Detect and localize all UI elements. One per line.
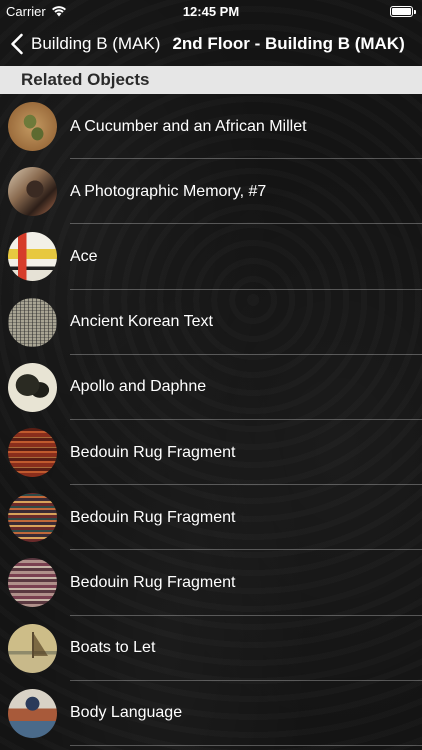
object-thumbnail <box>8 688 57 738</box>
list-item[interactable]: Apollo and Daphne <box>0 355 422 421</box>
list-item[interactable]: Body Language <box>0 681 422 747</box>
status-time: 12:45 PM <box>182 4 240 19</box>
page-title: 2nd Floor - Building B (MAK) <box>172 34 405 53</box>
object-title: A Photographic Memory, #7 <box>70 182 267 200</box>
list-item[interactable]: Ancient Korean Text <box>0 290 422 355</box>
object-title: Bedouin Rug Fragment <box>70 573 236 591</box>
list-item[interactable]: Boats to Let <box>0 616 422 681</box>
object-title: Body Language <box>70 704 183 722</box>
related-objects-list: A Cucumber and an African Millet A Photo… <box>0 94 422 747</box>
object-title: Bedouin Rug Fragment <box>70 508 236 526</box>
object-thumbnail <box>8 493 57 543</box>
section-header-related-objects: Related Objects <box>0 66 422 94</box>
list-item[interactable]: Bedouin Rug Fragment <box>0 420 422 486</box>
object-thumbnail <box>8 558 57 608</box>
list-item[interactable]: Ace <box>0 224 422 290</box>
object-title: A Cucumber and an African Millet <box>70 117 307 135</box>
back-button-label: Building B (MAK) <box>31 34 161 53</box>
list-item[interactable]: Bedouin Rug Fragment <box>0 485 422 551</box>
object-thumbnail <box>8 102 57 152</box>
list-item[interactable]: Bedouin Rug Fragment <box>0 550 422 616</box>
object-thumbnail <box>8 232 57 282</box>
chevron-left-icon <box>11 33 23 55</box>
list-item[interactable]: A Cucumber and an African Millet <box>0 94 422 160</box>
status-bar: Carrier 12:45 PM <box>0 0 422 22</box>
object-title: Ancient Korean Text <box>70 313 213 331</box>
object-title: Boats to Let <box>70 639 156 657</box>
navigation-bar: Building B (MAK) 2nd Floor - Building B … <box>0 22 422 66</box>
back-button[interactable]: Building B (MAK) <box>10 33 160 55</box>
object-thumbnail <box>8 362 57 412</box>
object-thumbnail <box>8 167 57 217</box>
object-title: Ace <box>70 247 98 265</box>
object-thumbnail <box>8 623 57 673</box>
object-thumbnail <box>8 297 57 347</box>
list-item[interactable]: A Photographic Memory, #7 <box>0 159 422 225</box>
object-title: Bedouin Rug Fragment <box>70 443 236 461</box>
object-thumbnail <box>8 428 57 478</box>
boat-sail-shape <box>34 633 48 656</box>
object-title: Apollo and Daphne <box>70 378 207 396</box>
battery-icon <box>390 5 416 17</box>
